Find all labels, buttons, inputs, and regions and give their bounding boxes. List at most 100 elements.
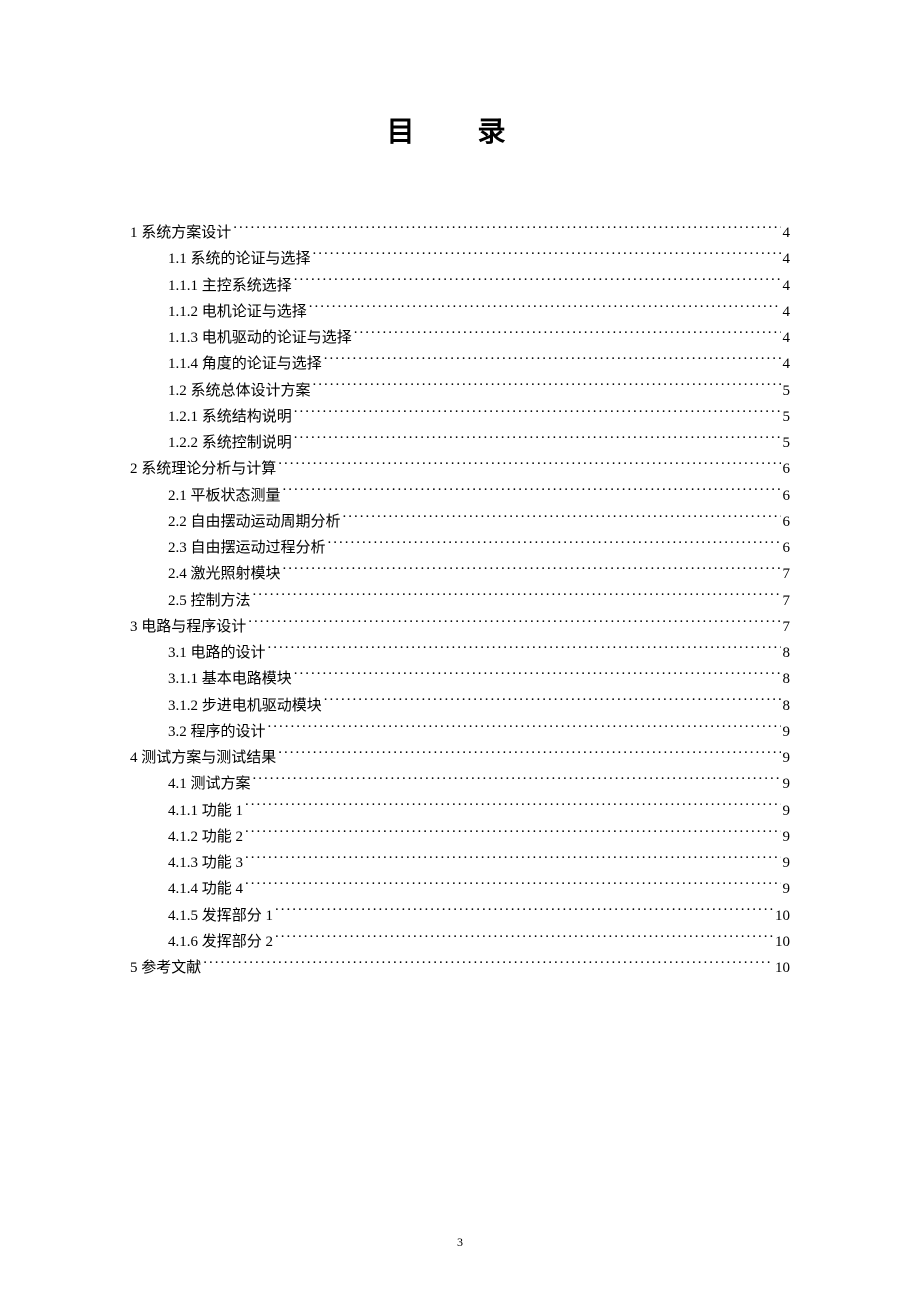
toc-title: 目 录 xyxy=(130,110,790,150)
toc-entry-label: 2.4 激光照射模块 xyxy=(168,561,281,587)
toc-entry-label: 2.1 平板状态测量 xyxy=(168,483,281,509)
toc-entry[interactable]: 4.1.4 功能 4 9 xyxy=(130,876,790,902)
toc-leader-dots xyxy=(283,485,781,500)
toc-entry[interactable]: 1.2.1 系统结构说明 5 xyxy=(130,404,790,430)
toc-entry-label: 4.1.5 发挥部分 1 xyxy=(168,903,273,929)
toc-entry-page: 9 xyxy=(783,745,791,771)
toc-leader-dots xyxy=(275,931,773,946)
toc-entry[interactable]: 2.1 平板状态测量 6 xyxy=(130,483,790,509)
toc-leader-dots xyxy=(245,826,780,841)
toc-entry[interactable]: 1.1.4 角度的论证与选择4 xyxy=(130,351,790,377)
toc-entry-page: 6 xyxy=(783,483,791,509)
toc-entry[interactable]: 4.1 测试方案 9 xyxy=(130,771,790,797)
toc-entry[interactable]: 3.1 电路的设计 8 xyxy=(130,640,790,666)
toc-entry-label: 4.1.6 发挥部分 2 xyxy=(168,929,273,955)
toc-entry[interactable]: 4.1.2 功能 2 9 xyxy=(130,824,790,850)
toc-entry-label: 1.1.3 电机驱动的论证与选择 xyxy=(168,325,352,351)
toc-entry[interactable]: 4.1.1 功能 1 9 xyxy=(130,798,790,824)
page-number: 3 xyxy=(0,1235,920,1250)
toc-entry-label: 4.1.4 功能 4 xyxy=(168,876,243,902)
toc-entry[interactable]: 2 系统理论分析与计算 6 xyxy=(130,456,790,482)
toc-entry-label: 2.5 控制方法 xyxy=(168,588,251,614)
toc-entry-page: 5 xyxy=(783,378,791,404)
toc-entry-label: 2.2 自由摆动运动周期分析 xyxy=(168,509,341,535)
toc-entry-page: 8 xyxy=(783,693,791,719)
toc-entry-page: 7 xyxy=(783,614,791,640)
toc-entry[interactable]: 2.3 自由摆运动过程分析6 xyxy=(130,535,790,561)
toc-entry[interactable]: 1.1.3 电机驱动的论证与选择 4 xyxy=(130,325,790,351)
toc-leader-dots xyxy=(309,301,781,316)
toc-entry-page: 5 xyxy=(783,404,791,430)
toc-entry[interactable]: 4.1.3 功能 3 9 xyxy=(130,850,790,876)
toc-entry-page: 9 xyxy=(783,824,791,850)
toc-leader-dots xyxy=(354,327,781,342)
toc-entry-page: 4 xyxy=(783,325,791,351)
toc-leader-dots xyxy=(343,511,781,526)
toc-entry[interactable]: 2.4 激光照射模块 7 xyxy=(130,561,790,587)
toc-entry[interactable]: 2.2 自由摆动运动周期分析 6 xyxy=(130,509,790,535)
toc-entry[interactable]: 3.2 程序的设计 9 xyxy=(130,719,790,745)
toc-entry[interactable]: 4.1.6 发挥部分 2 10 xyxy=(130,929,790,955)
toc-entry-label: 3.1.1 基本电路模块 xyxy=(168,666,292,692)
toc-entry-page: 9 xyxy=(783,876,791,902)
toc-entry[interactable]: 1.1.2 电机论证与选择4 xyxy=(130,299,790,325)
toc-entry[interactable]: 3.1.1 基本电路模块8 xyxy=(130,666,790,692)
toc-leader-dots xyxy=(294,432,781,447)
toc-leader-dots xyxy=(324,695,781,710)
toc-entry-page: 10 xyxy=(775,903,790,929)
toc-leader-dots xyxy=(253,773,781,788)
toc-entry-page: 6 xyxy=(783,509,791,535)
toc-entry-page: 4 xyxy=(783,273,791,299)
toc-entry[interactable]: 1.2 系统总体设计方案5 xyxy=(130,378,790,404)
toc-entry-label: 3.1.2 步进电机驱动模块 xyxy=(168,693,322,719)
toc-entry-page: 5 xyxy=(783,430,791,456)
toc-leader-dots xyxy=(248,616,780,631)
toc-entry-label: 1.1.4 角度的论证与选择 xyxy=(168,351,322,377)
toc-leader-dots xyxy=(268,721,781,736)
toc-entry-page: 9 xyxy=(783,719,791,745)
toc-entry-label: 3.2 程序的设计 xyxy=(168,719,266,745)
toc-entry-label: 4.1.1 功能 1 xyxy=(168,798,243,824)
toc-entry-label: 4.1 测试方案 xyxy=(168,771,251,797)
toc-entry-page: 9 xyxy=(783,850,791,876)
toc-entry[interactable]: 5 参考文献 10 xyxy=(130,955,790,981)
toc-entry-label: 4.1.2 功能 2 xyxy=(168,824,243,850)
toc-leader-dots xyxy=(245,878,780,893)
toc-entry-page: 6 xyxy=(783,456,791,482)
toc-entry-page: 7 xyxy=(783,561,791,587)
toc-leader-dots xyxy=(203,957,773,972)
toc-entry[interactable]: 4 测试方案与测试结果 9 xyxy=(130,745,790,771)
toc-entry[interactable]: 1 系统方案设计4 xyxy=(130,220,790,246)
toc-entry-page: 7 xyxy=(783,588,791,614)
toc-entry-page: 4 xyxy=(783,299,791,325)
toc-entry-label: 1.1.1 主控系统选择 xyxy=(168,273,292,299)
toc-leader-dots xyxy=(294,406,781,421)
toc-entry[interactable]: 1.1.1 主控系统选择 4 xyxy=(130,273,790,299)
toc-entry[interactable]: 4.1.5 发挥部分 1 10 xyxy=(130,903,790,929)
toc-leader-dots xyxy=(313,380,781,395)
toc-entry-label: 4 测试方案与测试结果 xyxy=(130,745,276,771)
toc-leader-dots xyxy=(278,747,780,762)
toc-entry-page: 10 xyxy=(775,929,790,955)
toc-entry-page: 9 xyxy=(783,771,791,797)
toc-entry-label: 1.1 系统的论证与选择 xyxy=(168,246,311,272)
toc-leader-dots xyxy=(283,563,781,578)
toc-entry-page: 9 xyxy=(783,798,791,824)
toc-entry[interactable]: 3 电路与程序设计7 xyxy=(130,614,790,640)
toc-entry-page: 8 xyxy=(783,640,791,666)
toc-entry-label: 2 系统理论分析与计算 xyxy=(130,456,276,482)
toc-entry-page: 10 xyxy=(775,955,790,981)
toc-leader-dots xyxy=(275,905,773,920)
toc-entry-label: 4.1.3 功能 3 xyxy=(168,850,243,876)
toc-leader-dots xyxy=(253,590,781,605)
toc-entry[interactable]: 3.1.2 步进电机驱动模块 8 xyxy=(130,693,790,719)
toc-entry[interactable]: 1.2.2 系统控制说明 5 xyxy=(130,430,790,456)
toc-entry[interactable]: 1.1 系统的论证与选择 4 xyxy=(130,246,790,272)
toc-entry-label: 5 参考文献 xyxy=(130,955,201,981)
toc-entry-page: 4 xyxy=(783,246,791,272)
toc-entry-label: 3.1 电路的设计 xyxy=(168,640,266,666)
toc-leader-dots xyxy=(245,852,780,867)
toc-entry-label: 1.2.2 系统控制说明 xyxy=(168,430,292,456)
toc-entry[interactable]: 2.5 控制方法 7 xyxy=(130,588,790,614)
toc-entry-label: 1.2.1 系统结构说明 xyxy=(168,404,292,430)
